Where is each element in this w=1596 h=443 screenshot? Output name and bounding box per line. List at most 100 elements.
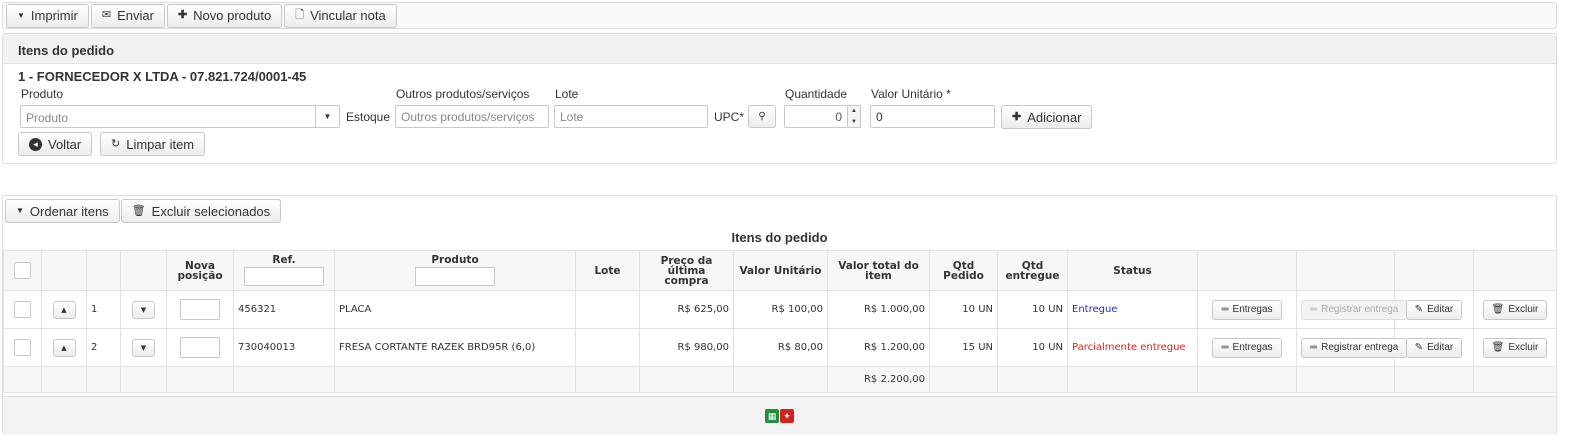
- edit-cell: ✎ Editar: [1394, 290, 1474, 329]
- lot-label: Lote: [555, 87, 579, 101]
- trash-icon: 🗑: [1491, 304, 1505, 315]
- chevron-down-icon[interactable]: ▼: [315, 106, 339, 127]
- chevron-down-icon[interactable]: ▼: [851, 119, 857, 125]
- equals-icon: ═: [1221, 342, 1229, 353]
- move-up-button[interactable]: ▲: [52, 338, 76, 357]
- row-checkbox[interactable]: [14, 301, 31, 318]
- move-up-cell: ▲: [41, 328, 87, 367]
- supplier-name: 1 - FORNECEDOR X LTDA - 07.821.724/0001-…: [18, 69, 307, 84]
- row-lot: [575, 290, 640, 329]
- edit-label: Editar: [1427, 304, 1454, 315]
- delete-button[interactable]: 🗑 Excluir: [1482, 299, 1548, 320]
- upc-search-button[interactable]: ⚲: [748, 105, 776, 128]
- search-icon: ⚲: [758, 110, 766, 122]
- new-product-button[interactable]: ✚ Novo produto: [166, 3, 283, 28]
- move-up-cell: ▲: [41, 290, 87, 329]
- header-move-up: [41, 250, 87, 291]
- deliveries-button[interactable]: ═ Entregas: [1212, 299, 1282, 320]
- edit-label: Editar: [1427, 342, 1454, 353]
- header-status: Status: [1067, 250, 1198, 291]
- move-down-button[interactable]: ▼: [132, 300, 155, 319]
- header-unit-value: Valor Unitário: [733, 250, 828, 291]
- delete-label: Excluir: [1508, 342, 1539, 353]
- pencil-icon: ✎: [1414, 304, 1424, 315]
- deliveries-button[interactable]: ═ Entregas: [1212, 337, 1282, 358]
- chevron-down-icon: ▼: [140, 343, 147, 352]
- grand-total: R$ 2.200,00: [827, 366, 930, 393]
- chevron-up-icon[interactable]: ▲: [851, 108, 857, 114]
- header-qty-delivered: Qtd entregue: [997, 250, 1068, 291]
- row-product: PLACA: [334, 290, 576, 329]
- row-total-value: R$ 1.200,00: [827, 328, 930, 367]
- row-checkbox[interactable]: [14, 339, 31, 356]
- table-total-row: R$ 2.200,00: [3, 366, 1557, 393]
- order-items-button[interactable]: ▼ Ordenar itens: [5, 199, 120, 223]
- header-product-label: Produto: [431, 254, 479, 266]
- new-position-cell: [166, 290, 234, 329]
- delete-label: Excluir: [1508, 304, 1539, 315]
- edit-button[interactable]: ✎ Editar: [1405, 337, 1463, 358]
- pdf-icon[interactable]: ✦: [780, 409, 794, 423]
- row-index: 1: [86, 290, 121, 329]
- clear-item-button[interactable]: ↻ Limpar item: [100, 132, 206, 156]
- row-lot: [575, 328, 640, 367]
- row-ref: 730040013: [233, 328, 335, 367]
- plus-icon: ✚: [177, 9, 188, 21]
- new-position-input[interactable]: [180, 337, 220, 358]
- select-all-checkbox[interactable]: [14, 262, 31, 279]
- table-header-row: Nova posição Ref. Produto Lote Preço da …: [3, 250, 1557, 291]
- other-products-label: Outros produtos/serviços: [396, 87, 530, 101]
- delete-button[interactable]: 🗑 Excluir: [1482, 337, 1548, 358]
- row-qty-ordered: 15 UN: [929, 328, 998, 367]
- send-button[interactable]: ✉ Enviar: [90, 3, 165, 28]
- header-ref-label: Ref.: [272, 254, 296, 266]
- deliveries-label: Entregas: [1232, 342, 1273, 353]
- register-cell: ═ Registrar entrega: [1296, 290, 1408, 329]
- order-items-label: Ordenar itens: [29, 203, 109, 219]
- excel-icon[interactable]: ▦: [765, 409, 779, 423]
- product-select[interactable]: Produto ▼: [20, 105, 340, 128]
- delete-selected-button[interactable]: 🗑 Excluir selecionados: [120, 199, 282, 223]
- table-title: Itens do pedido: [731, 230, 828, 245]
- export-footer: ▦ ✦: [3, 396, 1556, 435]
- register-delivery-label: Registrar entrega: [1321, 341, 1399, 353]
- edit-button[interactable]: ✎ Editar: [1405, 299, 1463, 320]
- row-total-value: R$ 1.000,00: [827, 290, 930, 329]
- quantity-spinner[interactable]: ▲ ▼: [848, 105, 861, 128]
- deliveries-label: Entregas: [1232, 304, 1273, 315]
- link-note-button[interactable]: 🗋 Vincular nota: [284, 3, 397, 28]
- product-filter-input[interactable]: [415, 267, 495, 286]
- register-cell: ═ Registrar entrega: [1296, 328, 1408, 367]
- header-lot: Lote: [575, 250, 640, 291]
- caret-down-icon: ▼: [17, 10, 25, 20]
- back-button[interactable]: ◂ Voltar: [18, 132, 93, 156]
- register-delivery-button[interactable]: ═ Registrar entrega: [1301, 299, 1408, 320]
- plus-icon: ✚: [1012, 110, 1022, 123]
- add-item-button[interactable]: ✚ Adicionar: [1001, 105, 1093, 129]
- order-items-table: Nova posição Ref. Produto Lote Preço da …: [3, 250, 1557, 393]
- print-label: Imprimir: [30, 8, 78, 23]
- unit-value-input[interactable]: [870, 105, 995, 128]
- register-delivery-button[interactable]: ═ Registrar entrega: [1301, 337, 1408, 358]
- new-position-cell: [166, 328, 234, 367]
- row-ref: 456321: [233, 290, 335, 329]
- lot-input[interactable]: [554, 105, 708, 128]
- move-up-button[interactable]: ▲: [52, 300, 76, 319]
- chevron-up-icon: ▲: [61, 305, 67, 314]
- row-select-cell: [3, 290, 42, 329]
- product-label: Produto: [21, 87, 64, 101]
- delete-cell: 🗑 Excluir: [1473, 328, 1557, 367]
- ref-filter-input[interactable]: [244, 267, 324, 286]
- header-index: [86, 250, 121, 291]
- quantity-label: Quantidade: [785, 87, 848, 101]
- print-button[interactable]: ▼ Imprimir: [6, 3, 89, 28]
- move-down-button[interactable]: ▼: [132, 338, 155, 357]
- add-item-label: Adicionar: [1027, 109, 1082, 125]
- quantity-stepper[interactable]: [784, 105, 848, 128]
- trash-icon: 🗑: [1491, 342, 1505, 353]
- other-products-input[interactable]: [395, 105, 549, 128]
- header-delete: [1473, 250, 1557, 291]
- new-position-input[interactable]: [180, 299, 220, 320]
- file-icon: 🗋: [295, 9, 305, 21]
- item-form-panel: Itens do pedido 1 - FORNECEDOR X LTDA - …: [2, 33, 1557, 164]
